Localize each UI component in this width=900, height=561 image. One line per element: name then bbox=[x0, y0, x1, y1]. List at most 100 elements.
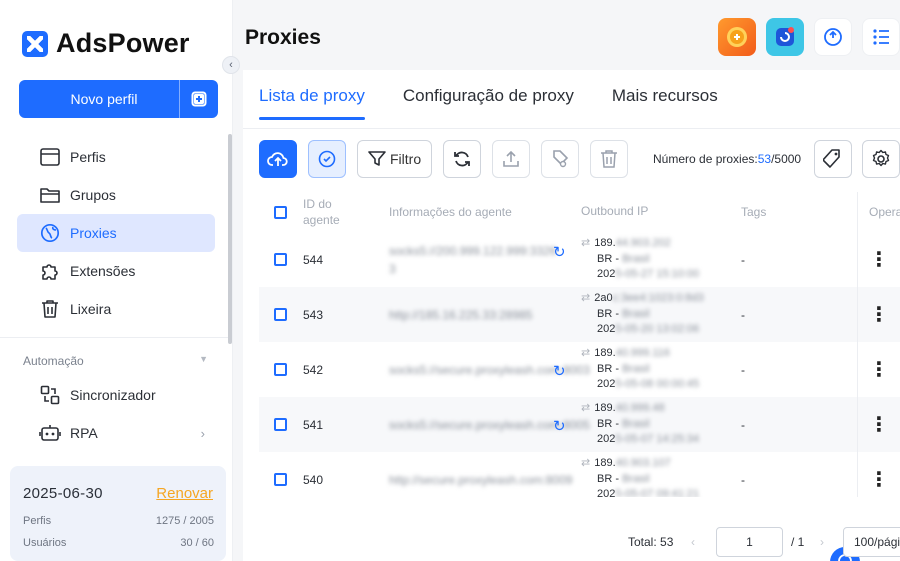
more-actions-icon[interactable]: ⋮ bbox=[869, 470, 889, 490]
sidebar-item-label: Extensões bbox=[70, 263, 136, 279]
ip-visible: 189. bbox=[594, 402, 616, 415]
refresh-ip-icon[interactable]: ↻ bbox=[553, 363, 566, 381]
header-tags[interactable]: Tags bbox=[741, 205, 766, 219]
automation-section-header[interactable]: Automação ▼ bbox=[23, 354, 208, 368]
table-row[interactable]: 541 socks5://secure.proxyleash.com:8005 ↻… bbox=[259, 397, 900, 452]
collapse-sidebar-button[interactable]: ‹ bbox=[222, 56, 240, 74]
sidebar-item-lixeira[interactable]: Lixeira bbox=[17, 290, 215, 328]
sidebar-item-proxies[interactable]: Proxies bbox=[17, 214, 215, 252]
sidebar-item-rpa[interactable]: RPA › bbox=[17, 414, 215, 452]
clock-upload-icon bbox=[824, 28, 842, 46]
row-checkbox[interactable] bbox=[274, 418, 287, 431]
swap-icon: ⇄ bbox=[581, 347, 591, 360]
page-input[interactable]: 1 bbox=[716, 527, 783, 557]
row-checkbox[interactable] bbox=[274, 308, 287, 321]
date-visible: 202 bbox=[597, 268, 616, 281]
checkbox-box bbox=[274, 308, 287, 321]
sidebar-item-sincronizador[interactable]: Sincronizador bbox=[17, 376, 215, 414]
updates-button[interactable] bbox=[814, 18, 852, 56]
header-outbound-ip[interactable]: Outbound IP bbox=[581, 204, 731, 220]
plan-users-label: Usuários bbox=[23, 537, 67, 549]
task-list-button[interactable] bbox=[862, 18, 900, 56]
toolbar-right bbox=[814, 140, 900, 178]
filter-button[interactable]: Filtro bbox=[357, 140, 433, 178]
more-actions-icon[interactable]: ⋮ bbox=[869, 360, 889, 380]
check-proxy-button[interactable] bbox=[308, 140, 346, 178]
agent-info: socks5://secure.proxyleash.com:8003 ↻ bbox=[389, 361, 590, 381]
tab-lista-de-proxy[interactable]: Lista de proxy bbox=[259, 86, 365, 120]
refresh-ip-icon[interactable]: ↻ bbox=[553, 418, 566, 436]
agent-info: socks5://secure.proxyleash.com:8005 ↻ bbox=[389, 416, 590, 436]
add-proxy-button[interactable] bbox=[259, 140, 297, 178]
more-actions-icon[interactable]: ⋮ bbox=[869, 415, 889, 435]
table-row[interactable]: 543 http://185.16.225.33:28985 ⇄ 2a0c:3ee… bbox=[259, 287, 900, 342]
swap-icon: ⇄ bbox=[581, 402, 591, 415]
table-header: ID do agente Informações do agente Outbo… bbox=[259, 192, 900, 232]
agent-info-text: http://185.16.225.33:28985 bbox=[389, 307, 533, 322]
refresh-ip-icon[interactable]: ↻ bbox=[553, 244, 566, 262]
renew-link[interactable]: Renovar bbox=[156, 485, 213, 502]
toolbar: Filtro bbox=[259, 140, 629, 178]
row-checkbox[interactable] bbox=[274, 363, 287, 376]
tags-cell: - bbox=[741, 307, 745, 322]
date-visible: 202 bbox=[597, 433, 616, 446]
sync-icon bbox=[39, 384, 61, 406]
logo[interactable]: AdsPower bbox=[22, 28, 190, 59]
header-id[interactable]: ID do agente bbox=[303, 196, 353, 228]
tag-manage-button[interactable] bbox=[814, 140, 852, 178]
agent-info-text: socks5://200.999.122.999:3326 3 bbox=[389, 243, 557, 276]
delete-button[interactable] bbox=[590, 140, 629, 178]
agent-id: 543 bbox=[303, 307, 324, 322]
more-actions-icon[interactable]: ⋮ bbox=[869, 250, 889, 270]
header-info[interactable]: Informações do agente bbox=[389, 203, 564, 221]
country: BR - bbox=[597, 417, 619, 430]
tags-cell: - bbox=[741, 362, 745, 377]
sidebar-item-grupos[interactable]: Grupos bbox=[17, 176, 215, 214]
outbound-ip-cell: ⇄ 189.40.903.107 BR - Brasil 2025-05-07 0… bbox=[581, 456, 731, 497]
page-size-select[interactable]: 100/pági bbox=[843, 527, 900, 557]
checkbox-box bbox=[274, 253, 287, 266]
sidebar-item-label: Proxies bbox=[70, 225, 117, 241]
import-profile-button[interactable] bbox=[180, 80, 218, 118]
page-count: / 1 bbox=[791, 527, 804, 557]
content-panel: Lista de proxy Configuração de proxy Mai… bbox=[243, 70, 900, 561]
sidebar-item-label: Lixeira bbox=[70, 301, 112, 317]
prev-page-button[interactable]: ‹ bbox=[691, 527, 695, 557]
promo-button[interactable] bbox=[766, 18, 804, 56]
row-checkbox[interactable] bbox=[274, 253, 287, 266]
new-profile-button[interactable]: Novo perfil bbox=[19, 91, 179, 107]
tab-mais-recursos[interactable]: Mais recursos bbox=[612, 86, 718, 120]
sidebar-item-perfis[interactable]: Perfis bbox=[17, 138, 215, 176]
filter-icon bbox=[368, 151, 386, 166]
plan-profiles-label: Perfis bbox=[23, 515, 52, 527]
sidebar-item-extensoes[interactable]: Extensões bbox=[17, 252, 215, 290]
table-row[interactable]: 540 http://secure.proxyleash.com:8009 ⇄ 1… bbox=[259, 452, 900, 497]
tab-configuracao-de-proxy[interactable]: Configuração de proxy bbox=[403, 86, 574, 120]
select-all-checkbox[interactable] bbox=[274, 205, 287, 219]
checkbox-box bbox=[274, 363, 287, 376]
tag-edit-button[interactable] bbox=[541, 140, 580, 178]
agent-info: socks5://200.999.122.999:3326 3 ↻ bbox=[389, 242, 566, 278]
settings-button[interactable] bbox=[862, 140, 900, 178]
sidebar-item-label: RPA bbox=[70, 425, 98, 441]
date-visible: 202 bbox=[597, 323, 616, 336]
proxy-count: Número de proxies:53/5000 bbox=[653, 152, 801, 166]
next-page-button[interactable]: › bbox=[820, 527, 824, 557]
tabs: Lista de proxy Configuração de proxy Mai… bbox=[259, 86, 718, 120]
ip-visible: 2a0 bbox=[594, 292, 613, 305]
tag-settings-icon bbox=[553, 150, 569, 168]
search-check-icon bbox=[318, 150, 336, 168]
page-size-value: 100/pági bbox=[854, 535, 900, 549]
chevron-left-icon: ‹ bbox=[229, 59, 233, 71]
row-checkbox[interactable] bbox=[274, 473, 287, 486]
plan-profiles-row: Perfis 1275 / 2005 bbox=[23, 515, 214, 527]
rewards-button[interactable] bbox=[718, 18, 756, 56]
refresh-button[interactable] bbox=[443, 140, 482, 178]
more-actions-icon[interactable]: ⋮ bbox=[869, 305, 889, 325]
trash-icon bbox=[39, 298, 61, 320]
swap-icon: ⇄ bbox=[581, 237, 591, 250]
export-button[interactable] bbox=[492, 140, 531, 178]
date-hidden: 5-05-27 15:10:00 bbox=[615, 268, 700, 281]
table-row[interactable]: 544 socks5://200.999.122.999:3326 3 ↻ ⇄ 18… bbox=[259, 232, 900, 287]
table-row[interactable]: 542 socks5://secure.proxyleash.com:8003 ↻… bbox=[259, 342, 900, 397]
